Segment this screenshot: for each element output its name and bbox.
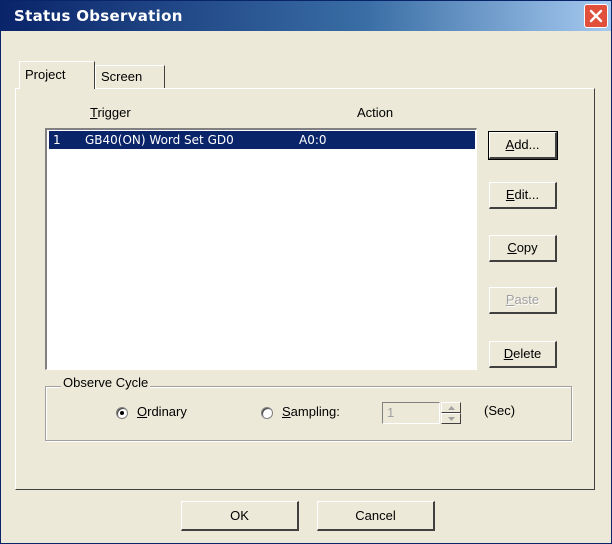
cancel-button-label: Cancel [355,508,396,523]
tab-screen[interactable]: Screen [95,65,165,89]
title-bar[interactable]: Status Observation [1,1,611,31]
ok-button-label: OK [230,508,249,523]
close-button[interactable] [584,4,608,28]
tab-screen-label: Screen [101,69,143,84]
ok-button[interactable]: OK [181,501,299,531]
status-observation-window: Status Observation Project Screen Trigge… [0,0,612,544]
tab-project-label: Project [25,67,66,82]
tab-project[interactable]: Project [19,61,95,89]
tab-panel-project [15,88,595,490]
window-title: Status Observation [14,7,183,25]
cancel-button[interactable]: Cancel [317,501,435,531]
close-icon [589,9,603,23]
